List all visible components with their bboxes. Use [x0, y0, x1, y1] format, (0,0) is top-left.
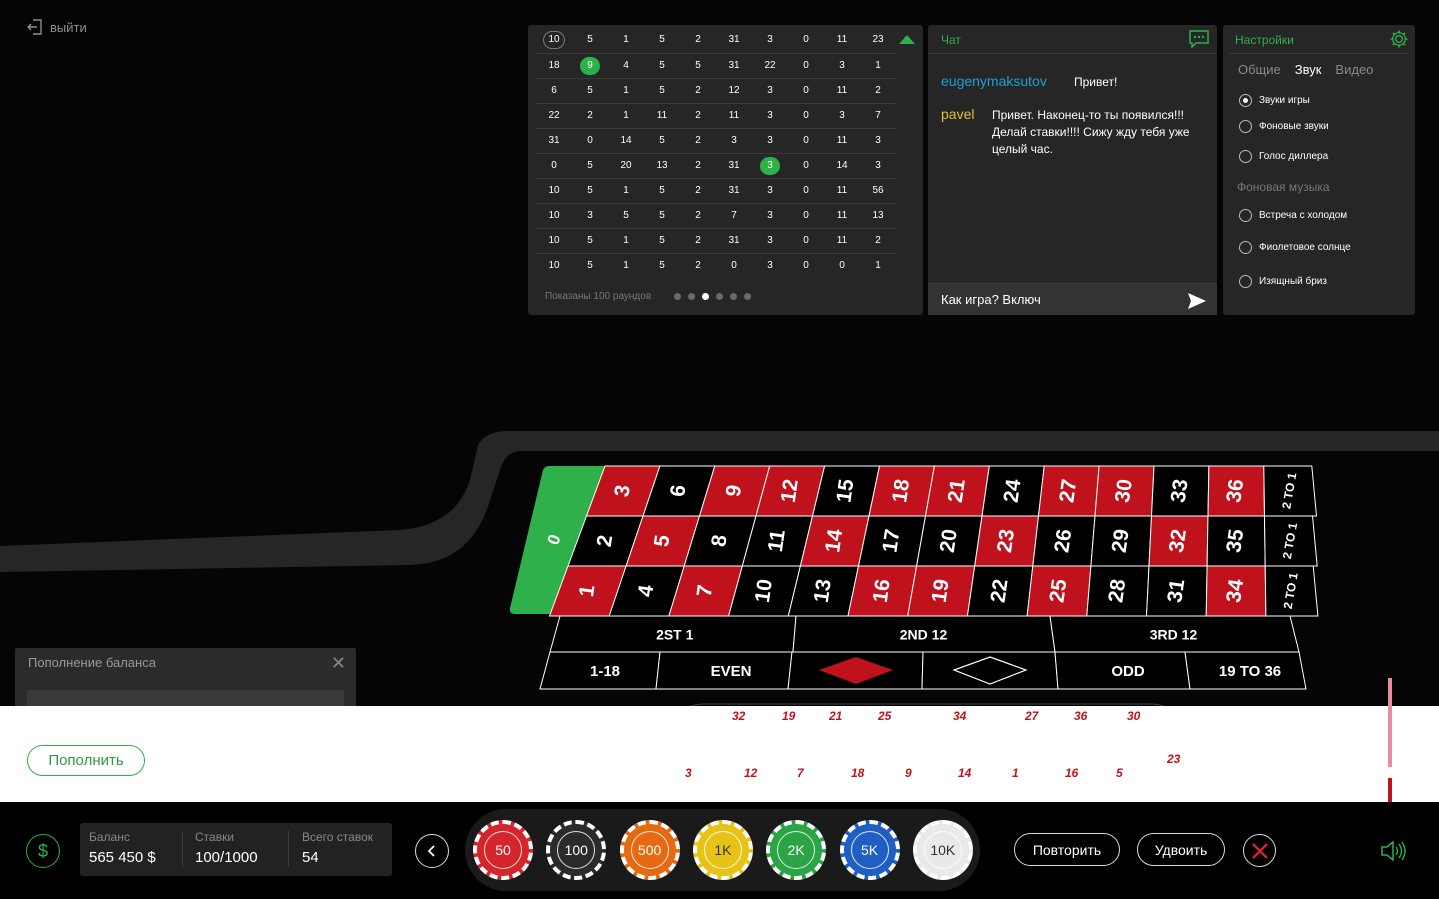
- total-bets-value: 54: [302, 849, 319, 866]
- number-label: 14: [821, 527, 847, 554]
- total-bets-label: Всего ставок: [302, 830, 373, 844]
- chip-selector: 50 100 500 1K 2K 5K 10K: [465, 809, 980, 891]
- chip-100[interactable]: 100: [546, 820, 607, 880]
- double-button[interactable]: Удвоить: [1137, 833, 1225, 866]
- racetrack-number[interactable]: 36: [1074, 709, 1087, 723]
- number-label: 15: [832, 477, 858, 504]
- balance-label: Баланс: [89, 830, 130, 844]
- racetrack-number[interactable]: 30: [1127, 709, 1140, 723]
- divider: [288, 831, 289, 867]
- number-label: 25: [1045, 577, 1071, 604]
- racetrack-number[interactable]: 7: [797, 766, 804, 780]
- racetrack-number[interactable]: 19: [782, 709, 795, 723]
- racetrack-number[interactable]: 5: [1116, 766, 1123, 780]
- outside-bet-label: 19 TO 36: [1219, 663, 1281, 680]
- chip-label: 50: [484, 831, 522, 869]
- close-icon: [1251, 842, 1268, 859]
- number-label: 20: [936, 528, 962, 554]
- chip-label: 1K: [703, 831, 742, 869]
- dozen-label: 3RD 12: [1150, 627, 1198, 643]
- chip-10k[interactable]: 10K: [912, 820, 973, 880]
- number-label: 12: [777, 478, 803, 504]
- racetrack-area: Пополнить 32 19 21 25 34 27 36 30 3 12 7 18 9 14 1 16 5…: [0, 678, 1439, 804]
- number-label: 32: [1165, 528, 1191, 554]
- chip-2k[interactable]: 2K: [766, 820, 827, 880]
- outside-bet-label: EVEN: [711, 663, 752, 680]
- clear-bets-button[interactable]: [1243, 834, 1276, 867]
- dozen-label: 2ST 1: [656, 627, 694, 643]
- racetrack-number[interactable]: 21: [829, 709, 842, 723]
- racetrack-number[interactable]: 32: [732, 709, 745, 723]
- close-icon[interactable]: ✕: [331, 653, 346, 674]
- racetrack-number[interactable]: 25: [878, 709, 891, 723]
- number-label: 23: [993, 528, 1019, 554]
- racetrack-number[interactable]: 1: [1012, 766, 1019, 780]
- chip-1k[interactable]: 1K: [692, 820, 753, 880]
- number-label: 18: [888, 477, 914, 504]
- bets-label: Ставки: [195, 830, 235, 844]
- number-label: 16: [869, 578, 895, 604]
- number-label: 10: [751, 578, 777, 604]
- chip-label: 500: [630, 831, 669, 869]
- number-label: 11: [764, 528, 790, 554]
- number-label: 17: [878, 528, 904, 554]
- number-label: 33: [1167, 478, 1193, 504]
- chip-label: 100: [557, 831, 596, 869]
- balance-panel-title: Пополнение баланса: [28, 655, 156, 670]
- speaker-icon[interactable]: [1380, 839, 1406, 863]
- racetrack-number[interactable]: 23: [1167, 752, 1180, 766]
- dollar-icon[interactable]: $: [26, 834, 60, 868]
- number-label: 28: [1104, 577, 1130, 604]
- number-label: 36: [1222, 478, 1248, 504]
- bets-value: 100/1000: [195, 849, 258, 866]
- number-label: 30: [1111, 478, 1137, 504]
- number-label: 13: [810, 578, 836, 604]
- chip-label: 10K: [923, 831, 962, 869]
- outside-bet-label: 1-18: [590, 663, 620, 680]
- number-label: 35: [1222, 527, 1248, 554]
- divider: [182, 831, 183, 867]
- roulette-table[interactable]: 03 6 9 12 15 18 21 24 27 30 33 36 2 TO 12 5 8 11 14 17 20 2…: [0, 0, 1439, 720]
- racetrack-number[interactable]: 12: [744, 766, 757, 780]
- scrollbar-track[interactable]: [1388, 678, 1392, 767]
- repeat-button[interactable]: Повторить: [1014, 833, 1120, 866]
- chip-50[interactable]: 50: [473, 820, 533, 880]
- bottom-bar: $ Баланс 565 450 $ Ставки 100/1000 Всего с…: [0, 802, 1439, 899]
- chip-5k[interactable]: 5K: [839, 820, 900, 880]
- racetrack-number[interactable]: 9: [905, 766, 912, 780]
- balance-value: 565 450 $: [89, 849, 156, 866]
- outside-bet-label: ODD: [1111, 663, 1145, 680]
- number-label: 22: [987, 578, 1013, 604]
- number-label: 26: [1050, 528, 1076, 554]
- number-label: 29: [1108, 528, 1134, 554]
- chevron-left-icon: [427, 845, 435, 857]
- racetrack-number[interactable]: 27: [1025, 709, 1038, 723]
- racetrack-number[interactable]: 3: [685, 766, 692, 780]
- number-label: 19: [928, 578, 954, 604]
- chips-prev-button[interactable]: [415, 834, 449, 868]
- racetrack-number[interactable]: 34: [953, 709, 966, 723]
- racetrack-number[interactable]: 18: [851, 766, 864, 780]
- scrollbar-thumb[interactable]: [1388, 778, 1392, 804]
- deposit-button[interactable]: Пополнить: [27, 745, 145, 776]
- racetrack-number[interactable]: 14: [958, 766, 971, 780]
- chip-500[interactable]: 500: [619, 820, 680, 880]
- stats-panel: Баланс 565 450 $ Ставки 100/1000 Всего ста…: [80, 823, 392, 876]
- dozen-label: 2ND 12: [900, 627, 948, 643]
- number-label: 31: [1163, 577, 1189, 604]
- racetrack-number[interactable]: 16: [1065, 766, 1078, 780]
- chip-label: 5K: [850, 831, 889, 869]
- number-label: 24: [1000, 477, 1026, 504]
- chip-label: 2K: [777, 831, 816, 869]
- number-label: 34: [1222, 577, 1248, 604]
- number-label: 21: [944, 477, 970, 504]
- number-label: 27: [1055, 478, 1081, 504]
